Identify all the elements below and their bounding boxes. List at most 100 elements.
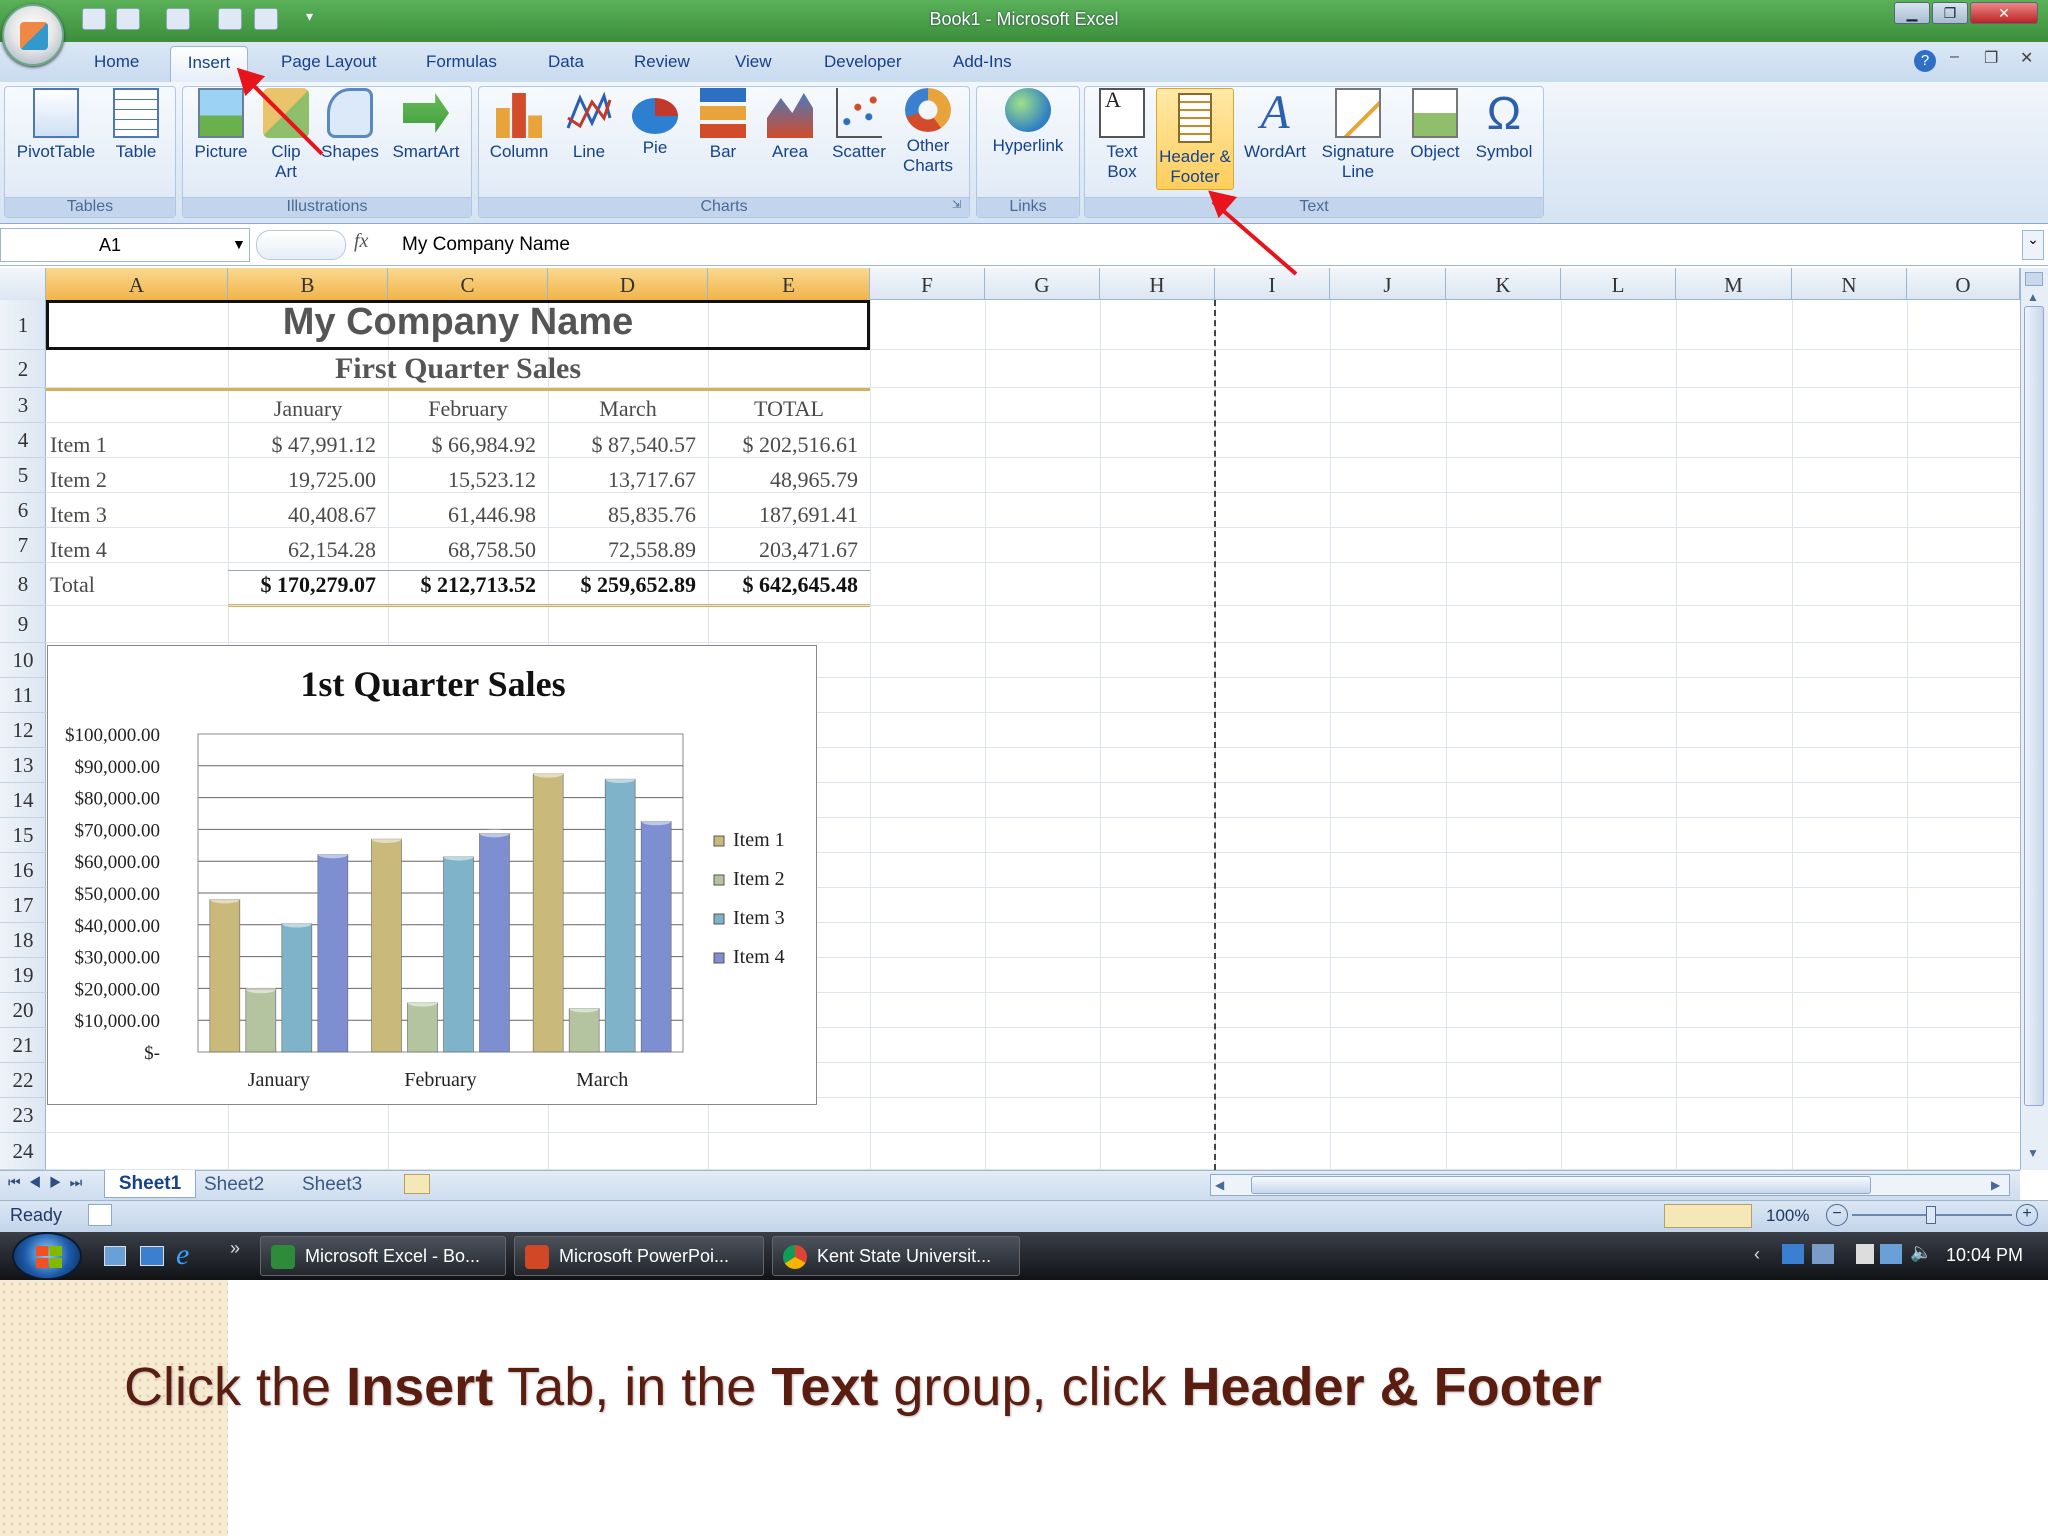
item-2-february[interactable]: 15,523.12	[396, 467, 536, 493]
internet-explorer-icon[interactable]: e	[176, 1238, 189, 1272]
embedded-chart[interactable]: 1st Quarter Sales $100,000.00 $90,000.00 $8…	[47, 645, 817, 1105]
office-button[interactable]	[2, 4, 64, 66]
row-header-2[interactable]: 2	[0, 350, 46, 388]
help-icon[interactable]: ?	[1914, 50, 1936, 72]
item-2-march[interactable]: 13,717.67	[556, 467, 696, 493]
company-name-title[interactable]: My Company Name	[46, 301, 870, 344]
tab-home[interactable]: Home	[94, 52, 139, 72]
switch-windows-icon[interactable]	[140, 1246, 164, 1266]
formula-bar-resize-control[interactable]	[256, 230, 346, 260]
tray-wifi-icon[interactable]	[1880, 1244, 1902, 1264]
sheet-tab-sheet3[interactable]: Sheet3	[302, 1174, 362, 1196]
item-4-total[interactable]: 203,471.67	[714, 537, 858, 563]
row-header-11[interactable]: 11	[0, 678, 46, 713]
row-header-8[interactable]: 8	[0, 563, 46, 606]
other-charts-button[interactable]: Other Charts	[896, 88, 960, 176]
item-4-march[interactable]: 72,558.89	[556, 537, 696, 563]
column-header-g[interactable]: G	[985, 268, 1100, 300]
workbook-restore-icon[interactable]: ❐	[1984, 48, 1998, 68]
header-footer-button[interactable]: Header & Footer	[1156, 88, 1234, 190]
column-header-l[interactable]: L	[1561, 268, 1676, 300]
smartart-button[interactable]: SmartArt	[386, 88, 466, 162]
expand-formula-bar-icon[interactable]: ⌄	[2022, 230, 2044, 260]
item-4-label[interactable]: Item 4	[50, 537, 107, 563]
total-january[interactable]: $ 170,279.07	[232, 572, 377, 598]
workbook-close-icon[interactable]: ✕	[2020, 48, 2033, 68]
tab-page-layout[interactable]: Page Layout	[281, 52, 376, 72]
tab-formulas[interactable]: Formulas	[426, 52, 497, 72]
column-header-o[interactable]: O	[1907, 268, 2020, 300]
item-4-february[interactable]: 68,758.50	[396, 537, 536, 563]
header-february[interactable]: February	[388, 396, 548, 422]
column-header-m[interactable]: M	[1676, 268, 1792, 300]
horizontal-scrollbar[interactable]: ◀ ▶	[1210, 1174, 2010, 1196]
tray-expand-icon[interactable]: ‹	[1754, 1244, 1760, 1265]
row-header-16[interactable]: 16	[0, 853, 46, 888]
wordart-button[interactable]: A WordArt	[1238, 88, 1312, 162]
scroll-up-icon[interactable]: ▲	[2027, 290, 2039, 304]
sheet-navigation-icons[interactable]: ⏮◀▶⏭	[8, 1174, 90, 1191]
header-january[interactable]: January	[228, 396, 388, 422]
name-box[interactable]: A1	[0, 228, 250, 262]
quarter-sales-subtitle[interactable]: First Quarter Sales	[46, 352, 870, 386]
taskbar-excel[interactable]: Microsoft Excel - Bo...	[260, 1236, 506, 1276]
total-total[interactable]: $ 642,645.48	[712, 572, 859, 598]
column-header-e[interactable]: E	[708, 268, 870, 300]
signature-line-button[interactable]: Signature Line	[1316, 88, 1400, 182]
tray-power-icon[interactable]	[1856, 1244, 1874, 1264]
line-chart-button[interactable]: Line	[562, 88, 616, 162]
total-february[interactable]: $ 212,713.52	[392, 572, 537, 598]
tab-add-ins[interactable]: Add-Ins	[953, 52, 1012, 72]
row-header-14[interactable]: 14	[0, 783, 46, 818]
area-chart-button[interactable]: Area	[762, 88, 818, 162]
item-1-january[interactable]: $ 47,991.12	[236, 432, 377, 458]
zoom-out-icon[interactable]: −	[1826, 1204, 1848, 1226]
tab-data[interactable]: Data	[548, 52, 584, 72]
taskbar-clock[interactable]: 10:04 PM	[1946, 1245, 2023, 1266]
formula-input[interactable]: My Company Name	[402, 234, 570, 256]
column-header-j[interactable]: J	[1330, 268, 1446, 300]
column-header-f[interactable]: F	[870, 268, 985, 300]
row-header-24[interactable]: 24	[0, 1133, 46, 1170]
item-3-february[interactable]: 61,446.98	[396, 502, 536, 528]
row-header-4[interactable]: 4	[0, 423, 46, 458]
item-3-january[interactable]: 40,408.67	[236, 502, 376, 528]
charts-dialog-launcher-icon[interactable]: ⇲	[952, 198, 961, 211]
vertical-scrollbar[interactable]: ▲ ▼	[2020, 268, 2048, 1170]
row-header-21[interactable]: 21	[0, 1028, 46, 1063]
zoom-in-icon[interactable]: +	[2016, 1204, 2038, 1226]
object-button[interactable]: Object	[1404, 88, 1466, 162]
tab-developer[interactable]: Developer	[824, 52, 902, 72]
item-1-february[interactable]: $ 66,984.92	[396, 432, 537, 458]
bar-chart-button[interactable]: Bar	[696, 88, 750, 162]
taskbar-chrome[interactable]: Kent State Universit...	[772, 1236, 1020, 1276]
row-header-23[interactable]: 23	[0, 1098, 46, 1133]
row-header-3[interactable]: 3	[0, 388, 46, 423]
insert-worksheet-icon[interactable]	[404, 1174, 430, 1194]
column-header-c[interactable]: C	[388, 268, 548, 300]
select-all-corner[interactable]	[0, 268, 46, 300]
column-header-h[interactable]: H	[1100, 268, 1215, 300]
header-march[interactable]: March	[548, 396, 708, 422]
close-button[interactable]: ✕	[1970, 2, 2038, 24]
column-header-b[interactable]: B	[228, 268, 388, 300]
column-chart-button[interactable]: Column	[484, 88, 554, 162]
pie-chart-button[interactable]: Pie	[628, 88, 682, 158]
item-4-january[interactable]: 62,154.28	[236, 537, 376, 563]
sheet-tab-sheet1[interactable]: Sheet1	[104, 1170, 196, 1198]
table-button[interactable]: Table	[106, 88, 166, 162]
scroll-left-icon[interactable]: ◀	[1215, 1178, 1224, 1192]
row-header-7[interactable]: 7	[0, 528, 46, 563]
item-3-march[interactable]: 85,835.76	[556, 502, 696, 528]
item-2-label[interactable]: Item 2	[50, 467, 107, 493]
tab-review[interactable]: Review	[634, 52, 690, 72]
column-header-d[interactable]: D	[548, 268, 708, 300]
item-3-total[interactable]: 187,691.41	[714, 502, 858, 528]
split-box-icon[interactable]	[2025, 272, 2043, 286]
insert-function-icon[interactable]: fx	[354, 230, 368, 253]
pivottable-button[interactable]: PivotTable	[10, 88, 102, 162]
scroll-right-icon[interactable]: ▶	[1991, 1178, 2000, 1192]
item-3-label[interactable]: Item 3	[50, 502, 107, 528]
item-2-total[interactable]: 48,965.79	[714, 467, 858, 493]
view-buttons[interactable]	[1664, 1204, 1752, 1228]
